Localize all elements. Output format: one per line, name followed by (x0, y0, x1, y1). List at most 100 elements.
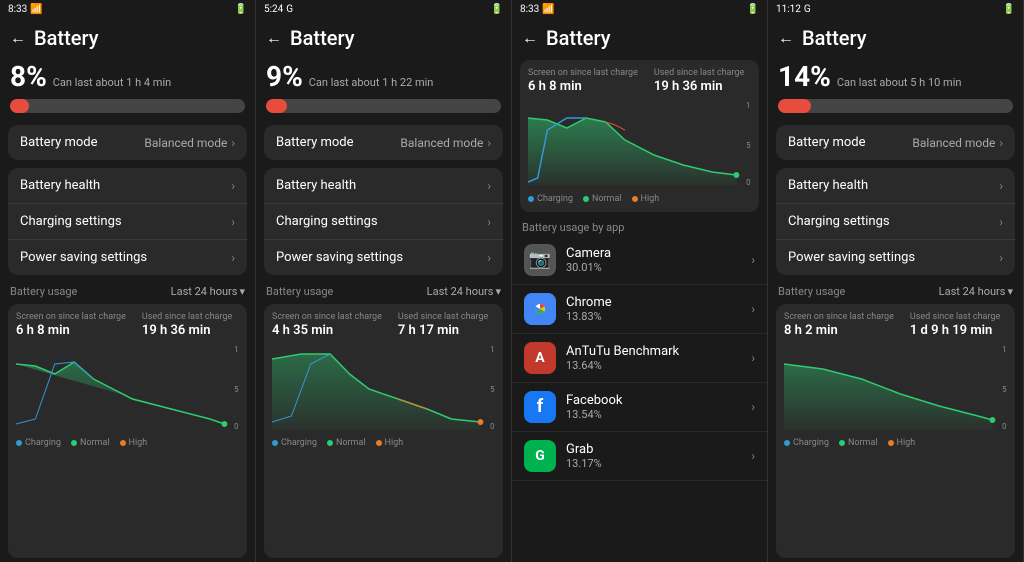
screen-value-1: 6 h 8 min (16, 323, 126, 338)
menu-row-saving-4[interactable]: Power saving settings › (776, 240, 1015, 275)
legend-high-2: High (376, 438, 404, 448)
chart-svg-2: 100% 50% 0% (272, 344, 495, 434)
battery-health-label-1: Battery health (20, 178, 100, 193)
menu-row-health-1[interactable]: Battery health › (8, 168, 247, 204)
list-item[interactable]: A AnTuTu Benchmark 13.64% › (512, 334, 767, 383)
signal-2: G (286, 4, 293, 15)
chart-card-1: Screen on since last charge 6 h 8 min Us… (8, 304, 247, 558)
legend-dot-charging-3 (528, 196, 534, 202)
battery-mode-row-2[interactable]: Battery mode Balanced mode › (264, 125, 503, 160)
svg-text:100%: 100% (490, 345, 495, 354)
screen-label-3: Screen on since last charge (528, 68, 638, 79)
status-left-2: 5:24 G (264, 4, 293, 15)
legend-dot-charging-2 (272, 440, 278, 446)
chrome-info: Chrome 13.83% (566, 295, 741, 323)
back-button-3[interactable]: ← (522, 28, 538, 48)
menu-row-saving-2[interactable]: Power saving settings › (264, 240, 503, 275)
chrome-icon (524, 293, 556, 325)
facebook-name: Facebook (566, 393, 741, 408)
svg-text:50%: 50% (746, 141, 751, 150)
status-left-4: 11:12 G (776, 4, 811, 15)
battery-percent-section-1: 8% Can last about 1 h 4 min (0, 56, 255, 121)
chart-stat-used-1: Used since last charge 19 h 36 min (142, 312, 232, 338)
menu-row-health-4[interactable]: Battery health › (776, 168, 1015, 204)
battery-mode-label-2: Battery mode (276, 135, 354, 150)
chevron-health-1: › (231, 179, 235, 193)
battery-remaining-4: Can last about 5 h 10 min (837, 76, 962, 89)
usage-filter-2[interactable]: Last 24 hours ▾ (427, 285, 501, 298)
battery-percentage-2: 9% (266, 60, 303, 93)
list-item[interactable]: 📷 Camera 30.01% › (512, 236, 767, 285)
chart-stat-used-3: Used since last charge 19 h 36 min (654, 68, 744, 94)
menu-row-charging-1[interactable]: Charging settings › (8, 204, 247, 240)
page-title-2: Battery (290, 26, 354, 50)
used-value-4: 1 d 9 h 19 min (910, 323, 1000, 338)
back-button-4[interactable]: ← (778, 28, 794, 48)
legend-charging-text-4: Charging (793, 438, 829, 448)
back-button-2[interactable]: ← (266, 28, 282, 48)
legend-dot-normal-1 (71, 440, 77, 446)
screen-value-3: 6 h 8 min (528, 79, 638, 94)
used-value-3: 19 h 36 min (654, 79, 744, 94)
battery-mode-row-1[interactable]: Battery mode Balanced mode › (8, 125, 247, 160)
svg-text:0%: 0% (490, 422, 495, 431)
legend-dot-high-3 (632, 196, 638, 202)
used-value-1: 19 h 36 min (142, 323, 232, 338)
chevron-mode-4: › (999, 136, 1003, 150)
menu-row-health-2[interactable]: Battery health › (264, 168, 503, 204)
usage-filter-1[interactable]: Last 24 hours ▾ (171, 285, 245, 298)
menu-row-saving-1[interactable]: Power saving settings › (8, 240, 247, 275)
usage-label-2: Battery usage (266, 285, 333, 298)
usage-label-4: Battery usage (778, 285, 845, 298)
battery-mode-value-2: Balanced mode › (400, 136, 491, 150)
phone-panel-1: 8:33 📶 🔋 ← Battery 8% Can last about 1 h… (0, 0, 256, 562)
list-item[interactable]: f Facebook 13.54% › (512, 383, 767, 432)
battery-mode-label-1: Battery mode (20, 135, 98, 150)
legend-normal-text-2: Normal (336, 438, 366, 448)
legend-normal-3: Normal (583, 194, 622, 204)
chart-stat-used-2: Used since last charge 7 h 17 min (398, 312, 488, 338)
facebook-pct: 13.54% (566, 408, 741, 421)
menu-row-charging-2[interactable]: Charging settings › (264, 204, 503, 240)
back-button-1[interactable]: ← (10, 28, 26, 48)
battery-mode-text-2: Balanced mode (400, 136, 483, 150)
svg-text:50%: 50% (234, 385, 239, 394)
camera-pct: 30.01% (566, 261, 741, 274)
charging-settings-label-1: Charging settings (20, 214, 122, 229)
legend-high-text-3: High (641, 194, 660, 204)
battery-icon-1: 🔋 (235, 4, 247, 15)
chart-stat-screen-4: Screen on since last charge 8 h 2 min (784, 312, 894, 338)
battery-mode-row-4[interactable]: Battery mode Balanced mode › (776, 125, 1015, 160)
antutu-name: AnTuTu Benchmark (566, 344, 741, 359)
status-bar-4: 11:12 G 🔋 (768, 0, 1023, 18)
menu-row-charging-4[interactable]: Charging settings › (776, 204, 1015, 240)
svg-text:100%: 100% (746, 101, 751, 110)
svg-text:50%: 50% (1002, 385, 1007, 394)
legend-dot-high-2 (376, 440, 382, 446)
antutu-icon: A (524, 342, 556, 374)
screen-label-4: Screen on since last charge (784, 312, 894, 323)
section-header-1: Battery usage Last 24 hours ▾ (0, 279, 255, 300)
list-item[interactable]: Chrome 13.83% › (512, 285, 767, 334)
power-saving-label-2: Power saving settings (276, 250, 403, 265)
camera-icon: 📷 (524, 244, 556, 276)
legend-dot-normal-2 (327, 440, 333, 446)
legend-charging-4: Charging (784, 438, 829, 448)
svg-text:100%: 100% (1002, 345, 1007, 354)
list-item[interactable]: G Grab 13.17% › (512, 432, 767, 481)
used-value-2: 7 h 17 min (398, 323, 488, 338)
chart-area-2: 100% 50% 0% (272, 344, 495, 434)
chart-stat-screen-1: Screen on since last charge 6 h 8 min (16, 312, 126, 338)
legend-high-text-2: High (385, 438, 404, 448)
battery-remaining-1: Can last about 1 h 4 min (53, 76, 171, 89)
screen-label-1: Screen on since last charge (16, 312, 126, 323)
chart-area-1: 100% 50% 0% (16, 344, 239, 434)
usage-filter-4[interactable]: Last 24 hours ▾ (939, 285, 1013, 298)
legend-charging-text-3: Charging (537, 194, 573, 204)
legend-normal-2: Normal (327, 438, 366, 448)
app-list: 📷 Camera 30.01% › Chrome 13.83% › A AnTu… (512, 236, 767, 562)
page-header-1: ← Battery (0, 18, 255, 56)
power-saving-label-4: Power saving settings (788, 250, 915, 265)
grab-name: Grab (566, 442, 741, 457)
screen-label-2: Screen on since last charge (272, 312, 382, 323)
